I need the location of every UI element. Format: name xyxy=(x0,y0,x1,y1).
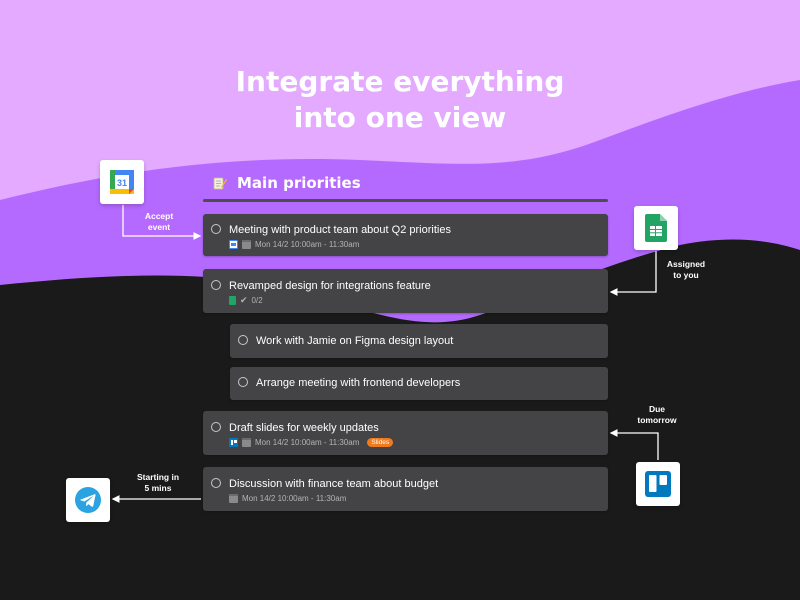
task-title: Revamped design for integrations feature xyxy=(229,280,431,292)
task-meta: Mon 14/2 10:00am - 11:30am Slides xyxy=(229,438,394,447)
subtask-count: 0/2 xyxy=(251,296,263,305)
section-header: Main priorities xyxy=(213,174,361,192)
callout-telegram-line-2: 5 mins xyxy=(144,483,172,493)
task-checkbox[interactable] xyxy=(211,422,221,432)
task-title: Work with Jamie on Figma design layout xyxy=(256,335,454,347)
google-calendar-icon: 31 xyxy=(110,170,134,194)
trello-icon xyxy=(229,438,238,447)
callout-telegram-line-1: Starting in xyxy=(136,472,180,482)
memo-pencil-icon xyxy=(213,177,227,190)
task-checkbox[interactable] xyxy=(211,478,221,488)
headline-line-1: Integrate everything xyxy=(235,65,565,98)
telegram-icon xyxy=(75,487,101,513)
callout-telegram: Starting in 5 mins xyxy=(126,472,190,494)
double-check-icon: ✔ xyxy=(240,295,248,305)
callout-trello-line-1: Due xyxy=(648,404,666,414)
task-title: Meeting with product team about Q2 prior… xyxy=(229,224,451,236)
task-meta: Mon 14/2 10:00am - 11:30am xyxy=(229,494,346,503)
task-card[interactable]: Draft slides for weekly updates Mon 14/2… xyxy=(203,411,608,455)
task-title: Discussion with finance team about budge… xyxy=(229,478,439,490)
google-sheets-icon xyxy=(645,214,667,242)
task-time: Mon 14/2 10:00am - 11:30am xyxy=(255,240,360,249)
callout-calendar-line-1: Accept xyxy=(144,211,174,221)
task-checkbox[interactable] xyxy=(211,280,221,290)
telegram-app[interactable] xyxy=(66,478,110,522)
task-title: Draft slides for weekly updates xyxy=(229,422,379,434)
callout-calendar-line-2: event xyxy=(147,222,171,232)
task-card[interactable]: Revamped design for integrations feature… xyxy=(203,269,608,313)
task-checkbox[interactable] xyxy=(238,377,248,387)
google-sheets-app[interactable] xyxy=(634,206,678,250)
calendar-date-icon xyxy=(229,494,238,503)
callout-sheets: Assigned to you xyxy=(658,259,714,281)
trello-icon xyxy=(645,471,671,497)
callout-sheets-line-1: Assigned xyxy=(666,259,706,269)
task-checkbox[interactable] xyxy=(211,224,221,234)
headline-line-2: into one view xyxy=(293,101,507,134)
section-title: Main priorities xyxy=(237,174,361,192)
headline: Integrate everything into one view xyxy=(0,64,800,136)
callout-trello-line-2: tomorrow xyxy=(637,415,677,425)
tag-badge[interactable]: Slides xyxy=(367,438,394,447)
section-divider xyxy=(203,199,608,202)
task-checkbox[interactable] xyxy=(238,335,248,345)
task-meta: Mon 14/2 10:00am - 11:30am xyxy=(229,240,359,249)
calendar-date-icon xyxy=(242,240,251,249)
calendar-icon-number: 31 xyxy=(117,178,127,188)
callout-trello: Due tomorrow xyxy=(630,404,684,426)
task-card[interactable]: Meeting with product team about Q2 prior… xyxy=(203,214,608,256)
trello-app[interactable] xyxy=(636,462,680,506)
google-calendar-icon xyxy=(229,240,238,249)
task-time: Mon 14/2 10:00am - 11:30am xyxy=(255,438,360,447)
task-time: Mon 14/2 10:00am - 11:30am xyxy=(242,494,347,503)
callout-calendar: Accept event xyxy=(130,211,188,233)
callout-sheets-line-2: to you xyxy=(673,270,699,280)
task-title: Arrange meeting with frontend developers xyxy=(256,377,461,389)
google-sheets-icon xyxy=(229,296,236,305)
google-calendar-app[interactable]: 31 xyxy=(100,160,144,204)
task-card[interactable]: Discussion with finance team about budge… xyxy=(203,467,608,511)
calendar-date-icon xyxy=(242,438,251,447)
subtask-card[interactable]: Work with Jamie on Figma design layout xyxy=(230,324,608,358)
subtask-card[interactable]: Arrange meeting with frontend developers xyxy=(230,367,608,400)
task-meta: ✔ 0/2 xyxy=(229,296,263,305)
